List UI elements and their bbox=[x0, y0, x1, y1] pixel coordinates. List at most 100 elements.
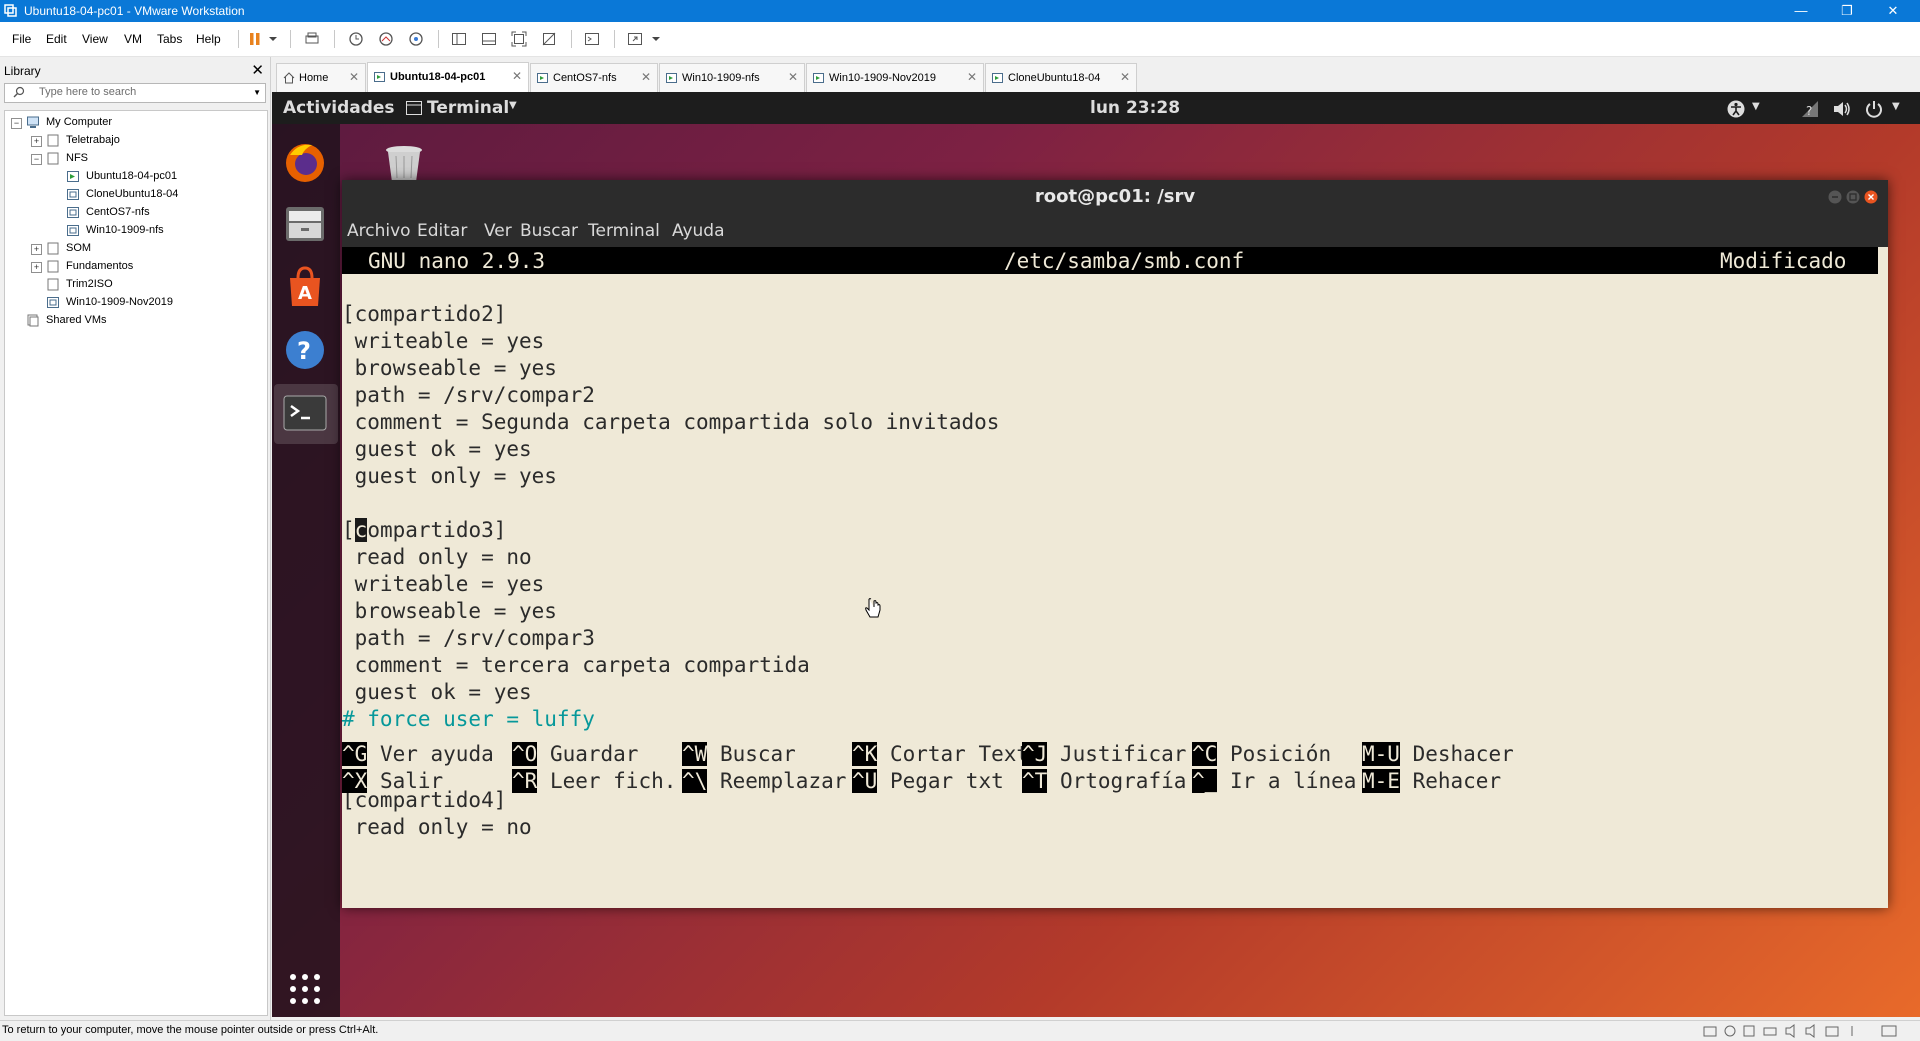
shortcut-key: ^U bbox=[852, 769, 878, 793]
menu-bar: File Edit View VM Tabs Help bbox=[0, 22, 1920, 57]
window-titlebar: Ubuntu18-04-pc01 - VMware Workstation — … bbox=[0, 0, 1920, 22]
dropdown-icon[interactable] bbox=[651, 31, 661, 47]
close-icon[interactable]: ✕ bbox=[251, 61, 264, 79]
thumbnail-bar-icon[interactable] bbox=[481, 31, 497, 47]
vm-tab[interactable]: Win10-1909-Nov2019 ✕ bbox=[806, 63, 984, 92]
stretch-guest-icon[interactable] bbox=[627, 31, 643, 47]
unity-icon[interactable] bbox=[541, 31, 557, 47]
tree-item-label: Win10-1909-nfs bbox=[86, 224, 164, 236]
tree-item-label: CloneUbuntu18-04 bbox=[86, 188, 179, 200]
snapshot-manager-icon[interactable] bbox=[408, 31, 424, 47]
nano-shortcut: ^\ Reemplazar bbox=[682, 768, 846, 795]
vm-tab[interactable]: CentOS7-nfs ✕ bbox=[530, 63, 658, 92]
close-icon[interactable] bbox=[1864, 190, 1878, 204]
full-screen-icon[interactable] bbox=[511, 31, 527, 47]
send-ctrl-alt-del-icon[interactable] bbox=[304, 31, 320, 47]
accessibility-icon[interactable] bbox=[1726, 99, 1746, 119]
help-icon[interactable]: ? bbox=[282, 327, 328, 373]
vm-tab[interactable]: Ubuntu18-04-pc01 ✕ bbox=[367, 62, 529, 92]
menu-tabs[interactable]: Tabs bbox=[157, 32, 182, 46]
terminal-window[interactable]: root@pc01: /srv Archivo Editar Ver Busca… bbox=[342, 180, 1888, 908]
text-cursor: c bbox=[354, 518, 368, 542]
close-tab-icon[interactable]: ✕ bbox=[512, 69, 522, 83]
folder-icon bbox=[47, 278, 59, 291]
vm-tab[interactable]: Win10-1909-nfs ✕ bbox=[659, 63, 805, 92]
computer-icon bbox=[27, 116, 39, 128]
restore-button[interactable]: ❐ bbox=[1824, 0, 1870, 22]
config-line: guest ok = yes bbox=[342, 437, 532, 461]
config-line: read only = no bbox=[342, 545, 532, 569]
config-comment-line: # force user = luffy bbox=[342, 707, 595, 731]
power-icon[interactable] bbox=[1864, 99, 1884, 119]
revert-snapshot-icon[interactable] bbox=[378, 31, 394, 47]
terminal-app-icon bbox=[406, 101, 422, 115]
nano-editor[interactable]: GNU nano 2.9.3 /etc/samba/smb.conf Modif… bbox=[342, 247, 1888, 908]
vm-tab[interactable]: Home ✕ bbox=[276, 63, 366, 92]
pause-icon[interactable] bbox=[247, 31, 263, 47]
maximize-icon[interactable] bbox=[1846, 190, 1860, 204]
device-status-icons[interactable] bbox=[1702, 1024, 1902, 1038]
volume-icon[interactable] bbox=[1832, 99, 1852, 119]
snapshot-icon[interactable] bbox=[348, 31, 364, 47]
minimize-button[interactable]: — bbox=[1778, 0, 1824, 22]
chevron-down-icon[interactable]: ▼ bbox=[253, 88, 261, 97]
expand-icon[interactable]: + bbox=[31, 136, 42, 147]
toolbar-separator bbox=[290, 30, 291, 48]
chevron-down-icon[interactable]: ▼ bbox=[1892, 101, 1900, 112]
show-apps-icon[interactable] bbox=[288, 972, 322, 1006]
files-icon[interactable] bbox=[282, 201, 328, 247]
dropdown-icon[interactable] bbox=[268, 31, 278, 47]
shortcut-key: ^T bbox=[1022, 769, 1048, 793]
close-tab-icon[interactable]: ✕ bbox=[641, 70, 651, 84]
chevron-down-icon[interactable]: ▼ bbox=[1752, 101, 1760, 112]
terminal-menu-ayuda[interactable]: Ayuda bbox=[672, 221, 725, 241]
menu-help[interactable]: Help bbox=[196, 32, 221, 46]
terminal-menu-ver[interactable]: Ver bbox=[484, 221, 512, 241]
terminal-icon[interactable] bbox=[282, 390, 328, 436]
expand-icon[interactable]: + bbox=[31, 244, 42, 255]
menu-file[interactable]: File bbox=[12, 32, 31, 46]
close-tab-icon[interactable]: ✕ bbox=[1120, 70, 1130, 84]
shortcut-key: ^X bbox=[342, 769, 368, 793]
vm-tab-label: Win10-1909-Nov2019 bbox=[829, 72, 937, 84]
library-search-input[interactable]: Type here to search ▼ bbox=[4, 83, 266, 103]
chevron-down-icon[interactable]: ▼ bbox=[509, 100, 517, 111]
close-button[interactable]: ✕ bbox=[1870, 0, 1916, 22]
expand-icon[interactable]: + bbox=[31, 262, 42, 273]
terminal-menu-archivo[interactable]: Archivo bbox=[347, 221, 411, 241]
software-icon[interactable]: A bbox=[282, 264, 328, 310]
nano-shortcut: ^_ Ir a línea bbox=[1192, 768, 1356, 795]
terminal-menu-terminal[interactable]: Terminal bbox=[588, 221, 660, 241]
vm-icon bbox=[537, 73, 548, 83]
menu-vm[interactable]: VM bbox=[124, 32, 142, 46]
console-view-icon[interactable] bbox=[584, 31, 600, 47]
activities-button[interactable]: Actividades bbox=[283, 98, 395, 118]
collapse-icon[interactable]: − bbox=[11, 118, 22, 129]
nano-header: GNU nano 2.9.3 /etc/samba/smb.conf Modif… bbox=[342, 247, 1878, 274]
menu-edit[interactable]: Edit bbox=[46, 32, 67, 46]
collapse-icon[interactable]: − bbox=[31, 154, 42, 165]
minimize-icon[interactable] bbox=[1828, 190, 1842, 204]
vm-display[interactable]: Actividades Terminal ▼ lun 23:28 ▼ ? ▼ A… bbox=[272, 92, 1920, 1017]
shortcut-label: Pegar txt bbox=[889, 769, 1004, 793]
app-menu[interactable]: Terminal bbox=[427, 98, 509, 118]
firefox-icon[interactable] bbox=[282, 139, 328, 185]
search-placeholder: Type here to search bbox=[39, 86, 137, 98]
close-tab-icon[interactable]: ✕ bbox=[967, 70, 977, 84]
trash-desktop-icon[interactable] bbox=[382, 144, 426, 184]
close-tab-icon[interactable]: ✕ bbox=[788, 70, 798, 84]
home-icon bbox=[283, 72, 295, 84]
terminal-menu-editar[interactable]: Editar bbox=[417, 221, 467, 241]
tree-item-label: Trim2ISO bbox=[66, 278, 113, 290]
show-library-icon[interactable] bbox=[451, 31, 467, 47]
config-line: comment = tercera carpeta compartida bbox=[342, 653, 810, 677]
terminal-menu-buscar[interactable]: Buscar bbox=[520, 221, 578, 241]
close-tab-icon[interactable]: ✕ bbox=[349, 70, 359, 84]
vm-tab[interactable]: CloneUbuntu18-04 ✕ bbox=[985, 63, 1137, 92]
menu-view[interactable]: View bbox=[82, 32, 108, 46]
network-question-icon[interactable]: ? bbox=[1800, 99, 1820, 119]
shortcut-label: Ortografía bbox=[1059, 769, 1187, 793]
config-line: writeable = yes bbox=[342, 329, 545, 353]
clock[interactable]: lun 23:28 bbox=[1090, 98, 1180, 118]
vm-icon bbox=[67, 225, 79, 236]
